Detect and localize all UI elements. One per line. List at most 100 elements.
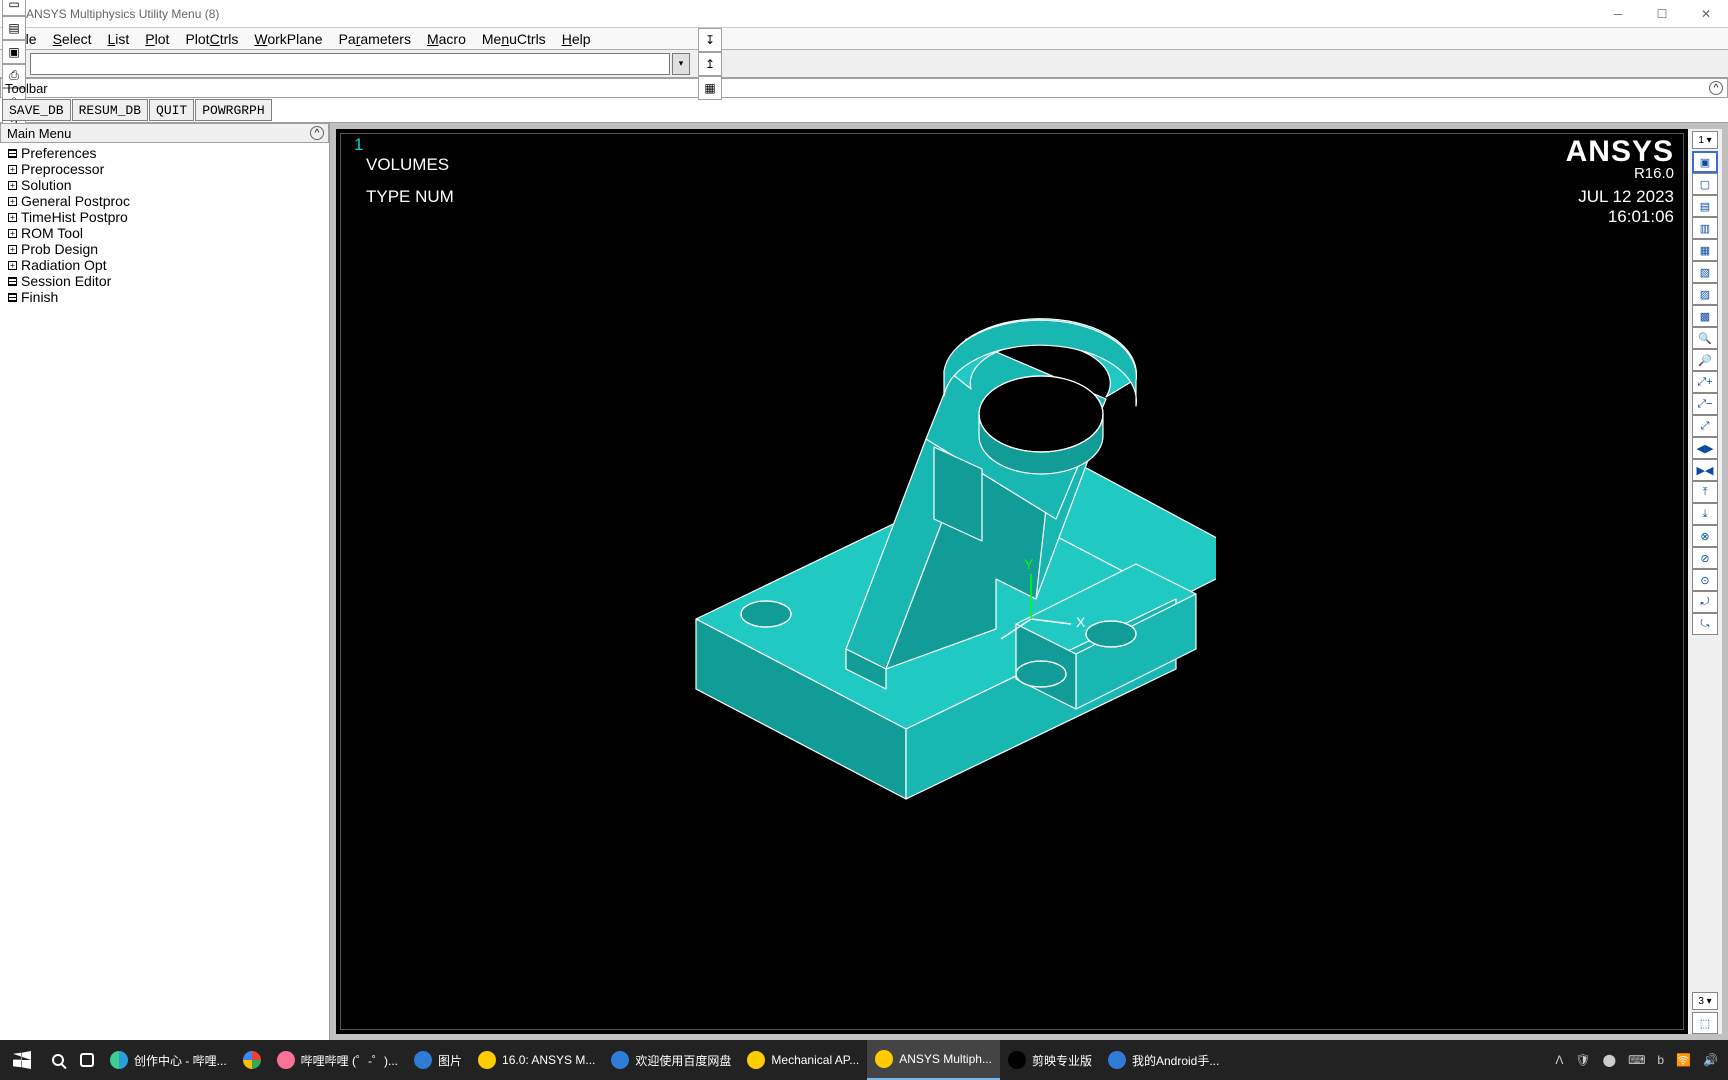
- toolbar-section-header: Toolbar ^: [0, 78, 1728, 98]
- view-icon-5[interactable]: ▧: [1692, 261, 1718, 283]
- view-icon-21[interactable]: ⤿: [1692, 613, 1718, 635]
- view-icon-4[interactable]: ▦: [1692, 239, 1718, 261]
- view-icon-6[interactable]: ▨: [1692, 283, 1718, 305]
- maximize-button[interactable]: ☐: [1640, 0, 1684, 28]
- ansys-brand: ANSYS: [1566, 135, 1674, 169]
- minimize-button[interactable]: ─: [1596, 0, 1640, 28]
- menu-select[interactable]: Select: [45, 31, 100, 47]
- toolbar-right-icon-1[interactable]: ↥: [698, 52, 722, 76]
- view-icon-10[interactable]: ⤢+: [1692, 371, 1718, 393]
- view-icon-19[interactable]: ⊙: [1692, 569, 1718, 591]
- expand-icon: +: [8, 181, 17, 190]
- tree-preferences[interactable]: Preferences: [0, 145, 329, 161]
- tree-item-label: Preprocessor: [21, 161, 104, 177]
- view-icon-7[interactable]: ▩: [1692, 305, 1718, 327]
- view-icon-16[interactable]: ⤓: [1692, 503, 1718, 525]
- tray-icon-4[interactable]: b: [1657, 1053, 1664, 1067]
- standard-toolbar: □▭▤▣⎙⌕?▦ ▾ ↧↥▦: [0, 50, 1728, 78]
- view-icon-2[interactable]: ▤: [1692, 195, 1718, 217]
- window-number: 1: [354, 135, 363, 155]
- expand-icon: +: [8, 261, 17, 270]
- tree-rom-tool[interactable]: +ROM Tool: [0, 225, 329, 241]
- tray-icon-5[interactable]: 🛜: [1676, 1053, 1691, 1067]
- pick-icon[interactable]: ⬚: [1692, 1012, 1718, 1034]
- command-history-dropdown[interactable]: ▾: [672, 53, 690, 75]
- task-label: 图片: [438, 1052, 462, 1069]
- menu-parameters[interactable]: Parameters: [331, 31, 419, 47]
- tree-general-postproc[interactable]: +General Postproc: [0, 193, 329, 209]
- toolbar-icon-2[interactable]: ▤: [2, 16, 26, 40]
- menu-macro[interactable]: Macro: [419, 31, 474, 47]
- abbrev-toolbar: SAVE_DBRESUM_DBQUITPOWRGRPH: [0, 98, 1728, 123]
- task-bili[interactable]: 哔哩哔哩 (゜-゜)...: [269, 1040, 406, 1080]
- menu-list[interactable]: List: [100, 31, 138, 47]
- menu-plotctrls[interactable]: PlotCtrls: [177, 31, 246, 47]
- leaf-icon: [8, 149, 17, 158]
- task-view-button[interactable]: [72, 1040, 102, 1080]
- main-menu-collapse-icon[interactable]: ^: [310, 126, 324, 140]
- toolbar-collapse-icon[interactable]: ^: [1709, 81, 1723, 95]
- task-img[interactable]: 图片: [406, 1040, 470, 1080]
- task-capcut[interactable]: 剪映专业版: [1000, 1040, 1100, 1080]
- view-icon-0[interactable]: ▣: [1692, 151, 1718, 173]
- view-icon-3[interactable]: ▥: [1692, 217, 1718, 239]
- view-icon-13[interactable]: ◀▶: [1692, 437, 1718, 459]
- view-icon-18[interactable]: ⊘: [1692, 547, 1718, 569]
- task-label: ANSYS Multiph...: [899, 1052, 992, 1066]
- tree-item-label: Finish: [21, 289, 58, 305]
- window-selector-bottom[interactable]: 3 ▾: [1692, 992, 1718, 1010]
- task-chrome[interactable]: [235, 1040, 269, 1080]
- task-baidu[interactable]: 欢迎使用百度网盘: [603, 1040, 739, 1080]
- taskbar-search[interactable]: [44, 1040, 72, 1080]
- task-ansys[interactable]: Mechanical AP...: [739, 1040, 867, 1080]
- view-icon-1[interactable]: ▢: [1692, 173, 1718, 195]
- toolbar-icon-3[interactable]: ▣: [2, 40, 26, 64]
- tree-radiation-opt[interactable]: +Radiation Opt: [0, 257, 329, 273]
- window-selector-top[interactable]: 1 ▾: [1692, 131, 1718, 149]
- quit-button[interactable]: QUIT: [149, 99, 194, 121]
- tree-item-label: Preferences: [21, 145, 96, 161]
- graphics-window[interactable]: 1 VOLUMES TYPE NUM ANSYS R16.0 JUL 12 20…: [336, 129, 1688, 1034]
- start-button[interactable]: [0, 1040, 44, 1080]
- tree-solution[interactable]: +Solution: [0, 177, 329, 193]
- tree-session-editor[interactable]: Session Editor: [0, 273, 329, 289]
- tree-prob-design[interactable]: +Prob Design: [0, 241, 329, 257]
- tray-icon-0[interactable]: Ʌ: [1555, 1053, 1563, 1067]
- task-edge[interactable]: 创作中心 - 哔哩...: [102, 1040, 235, 1080]
- task-ansys[interactable]: 16.0: ANSYS M...: [470, 1040, 603, 1080]
- leaf-icon: [8, 293, 17, 302]
- system-tray[interactable]: Ʌ 🛡 ⬤ ⌨ b 🛜 🔊: [1555, 1053, 1728, 1067]
- menu-help[interactable]: Help: [554, 31, 599, 47]
- tree-timehist-postpro[interactable]: +TimeHist Postpro: [0, 209, 329, 225]
- plot-label-volumes: VOLUMES: [366, 155, 449, 175]
- view-icon-8[interactable]: 🔍: [1692, 327, 1718, 349]
- tray-icon-1[interactable]: 🛡: [1575, 1053, 1590, 1067]
- task-phone[interactable]: 我的Android手...: [1100, 1040, 1227, 1080]
- save-db-button[interactable]: SAVE_DB: [2, 99, 71, 121]
- close-button[interactable]: ✕: [1684, 0, 1728, 28]
- command-input[interactable]: [30, 53, 670, 75]
- tray-icon-2[interactable]: ⬤: [1603, 1053, 1616, 1067]
- tray-icon-3[interactable]: ⌨: [1628, 1053, 1645, 1067]
- menu-workplane[interactable]: WorkPlane: [246, 31, 330, 47]
- toolbar-right-icon-2[interactable]: ▦: [698, 76, 722, 100]
- powrgrph-button[interactable]: POWRGRPH: [195, 99, 271, 121]
- toolbar-right-icon-0[interactable]: ↧: [698, 28, 722, 52]
- expand-icon: +: [8, 165, 17, 174]
- view-icon-11[interactable]: ⤢−: [1692, 393, 1718, 415]
- tray-icon-6[interactable]: 🔊: [1703, 1053, 1718, 1067]
- view-icon-14[interactable]: ▶◀: [1692, 459, 1718, 481]
- view-icon-17[interactable]: ⊗: [1692, 525, 1718, 547]
- view-icon-12[interactable]: ⤢: [1692, 415, 1718, 437]
- tree-preprocessor[interactable]: + Preprocessor: [0, 161, 329, 177]
- view-icon-9[interactable]: 🔎: [1692, 349, 1718, 371]
- toolbar-section-label: Toolbar: [5, 81, 48, 96]
- view-icon-15[interactable]: ⤒: [1692, 481, 1718, 503]
- task-ansys[interactable]: ANSYS Multiph...: [867, 1040, 1000, 1080]
- resum-db-button[interactable]: RESUM_DB: [72, 99, 148, 121]
- menu-plot[interactable]: Plot: [137, 31, 177, 47]
- tree-finish[interactable]: Finish: [0, 289, 329, 305]
- menu-menuctrls[interactable]: MenuCtrls: [474, 31, 554, 47]
- toolbar-icon-1[interactable]: ▭: [2, 0, 26, 16]
- view-icon-20[interactable]: ⤾: [1692, 591, 1718, 613]
